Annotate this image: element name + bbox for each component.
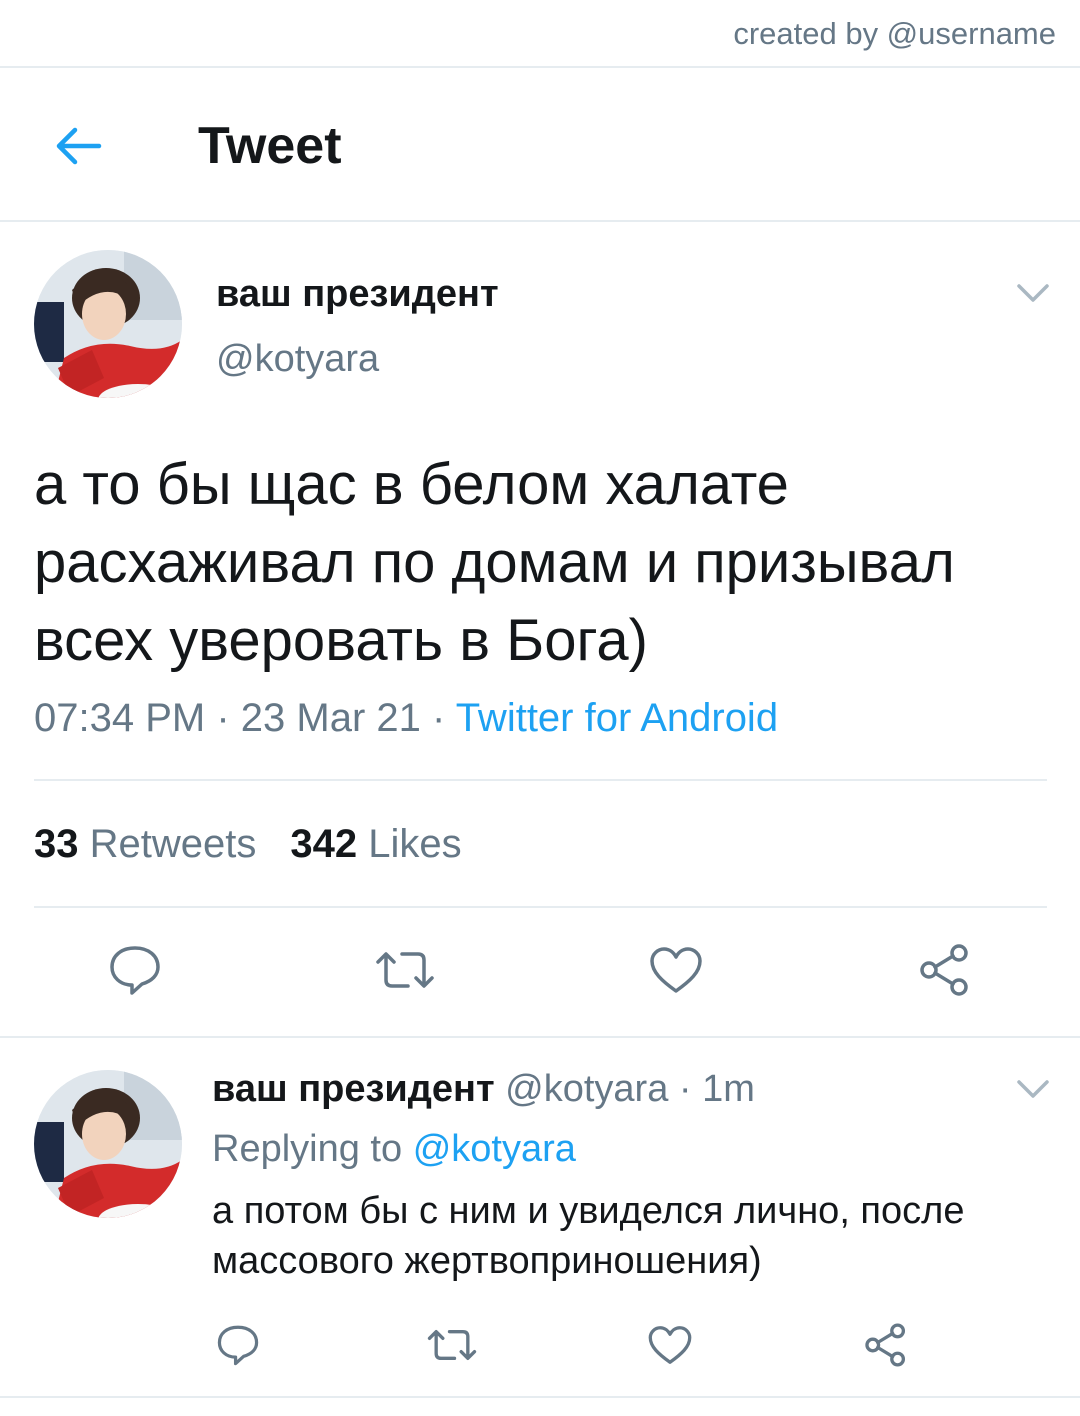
like-button[interactable] [644,940,708,1000]
top-app-bar: Tweet [0,68,1080,222]
replying-prefix: Replying to [212,1128,403,1170]
divider [34,906,1047,908]
likes-label: Likes [368,822,462,866]
avatar-photo [34,1070,182,1218]
retweets-stat[interactable]: 33 Retweets [34,822,256,866]
reply-retweet-button[interactable] [424,1320,480,1370]
reply-avatar[interactable] [34,1070,182,1218]
reply-author-handle[interactable]: @kotyara [505,1068,668,1110]
tweet-date: 23 Mar 21 [240,696,421,740]
page-title: Tweet [198,117,342,175]
share-icon [865,1323,906,1367]
likes-count: 342 [290,822,358,866]
reply-text: а потом бы с ним и увиделся лично, после… [212,1190,965,1282]
retweets-count: 33 [34,822,79,866]
heart-icon [648,1326,692,1364]
reply-share-button[interactable] [858,1318,914,1372]
divider [34,779,1047,781]
credit-text: created by @username [733,16,1056,51]
likes-stat[interactable]: 342 Likes [290,822,461,866]
meta-separator: · [668,1068,703,1110]
retweet-button[interactable] [372,940,438,1000]
reply-like-button[interactable] [644,1320,696,1370]
reply-reply-button[interactable] [212,1320,264,1370]
reply-author-name[interactable]: ваш президент [212,1068,495,1110]
tweet-stats: 33 Retweets 342 Likes [34,822,462,867]
avatar[interactable] [34,250,182,398]
chevron-down-icon[interactable] [1016,282,1050,304]
retweet-icon [427,1330,477,1360]
arrow-left-icon [56,127,102,165]
reply-age: 1m [702,1068,755,1110]
replying-to-link[interactable]: @kotyara [413,1128,576,1170]
back-button[interactable] [48,120,108,172]
reply-button[interactable] [104,940,166,1000]
reply-icon [217,1325,259,1366]
tweet-meta: 07:34 PM · 23 Mar 21 · Twitter for Andro… [34,696,778,741]
reply-header: ваш президент @kotyara · 1m [212,1068,755,1111]
retweets-label: Retweets [89,822,257,866]
avatar-photo [34,250,182,398]
replying-to: Replying to @kotyara [212,1128,576,1171]
author-name[interactable]: ваш президент [216,273,499,316]
tweet-source-link[interactable]: Twitter for Android [456,696,778,740]
meta-separator: · [420,696,456,740]
retweet-icon [376,952,434,988]
share-button[interactable] [912,938,978,1002]
tweet-time: 07:34 PM [34,696,206,740]
divider [0,1396,1080,1398]
reply-icon [110,946,160,995]
heart-icon [650,947,702,993]
credit-bar: created by @username [0,0,1080,68]
chevron-down-icon[interactable] [1016,1078,1050,1100]
author-handle[interactable]: @kotyara [216,338,379,381]
divider [0,1036,1080,1038]
share-icon [920,944,968,996]
tweet-text: а то бы щас в белом халате расхаживал по… [34,452,955,673]
meta-separator: · [205,696,241,740]
